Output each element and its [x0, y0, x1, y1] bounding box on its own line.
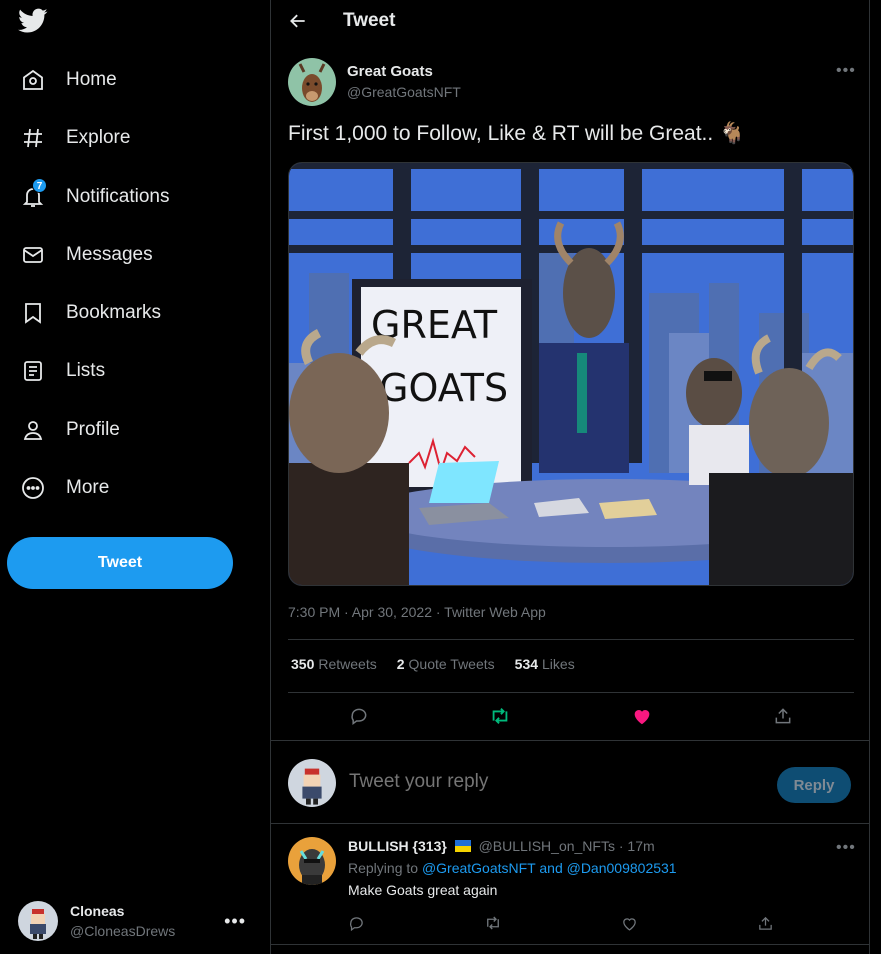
retweets-count: 350 [291, 656, 315, 672]
reply-handle-time[interactable]: @BULLISH_on_NFTs · 17m [479, 838, 655, 854]
home-icon [20, 67, 46, 93]
retweets-stat[interactable]: 350 Retweets [291, 656, 377, 672]
author-handle[interactable]: @GreatGoatsNFT [347, 82, 461, 102]
bookmark-icon [20, 300, 46, 326]
hashtag-icon [20, 125, 46, 151]
reply-author-name[interactable]: BULLISH {313} [348, 838, 447, 854]
twitter-bird-icon[interactable] [18, 8, 48, 34]
reply-icon[interactable] [341, 913, 371, 933]
avatar[interactable] [288, 837, 336, 885]
page-title: Tweet [343, 10, 396, 31]
sign-text-goats: GOATS [379, 366, 508, 410]
envelope-icon [20, 242, 46, 268]
likes-count: 534 [514, 656, 539, 672]
reply-actions [341, 913, 781, 933]
reply-composer: Reply [271, 740, 869, 824]
likes-label: Likes [542, 656, 575, 672]
replying-to-link[interactable]: @GreatGoatsNFT and @Dan009802531 [422, 860, 677, 876]
bell-icon: 7 [20, 178, 47, 210]
sidebar-item-explore[interactable]: Explore [8, 116, 142, 160]
retweet-icon[interactable] [478, 913, 508, 933]
tweet-button[interactable]: Tweet [7, 537, 233, 589]
sidebar-item-label: Messages [66, 244, 153, 265]
sidebar-item-label: Profile [66, 419, 120, 440]
tweet-actions [288, 700, 854, 732]
sidebar-item-messages[interactable]: Messages [8, 233, 165, 277]
sidebar-item-label: Notifications [66, 186, 170, 207]
more-dots-icon[interactable]: ••• [836, 839, 856, 857]
tweet-text: First 1,000 to Follow, Like & RT will be… [288, 122, 746, 145]
sidebar: Home Explore 7 Notifications Messages Bo… [0, 0, 270, 954]
sidebar-item-bookmarks[interactable]: Bookmarks [8, 291, 173, 335]
replying-prefix: Replying to [348, 860, 419, 876]
retweets-label: Retweets [318, 656, 377, 672]
sidebar-item-label: Home [66, 69, 117, 90]
sidebar-item-more[interactable]: More [8, 466, 121, 510]
more-circle-icon [20, 475, 46, 501]
quotes-count: 2 [396, 656, 405, 672]
more-dots-icon[interactable]: ••• [836, 62, 856, 80]
sidebar-item-home[interactable]: Home [8, 58, 129, 102]
reply-tweet[interactable]: BULLISH {313} @BULLISH_on_NFTs · 17m •••… [271, 825, 869, 945]
tweet-timestamp[interactable]: 7:30 PM · Apr 30, 2022 · Twitter Web App [288, 604, 546, 620]
share-icon[interactable] [751, 913, 781, 933]
avatar[interactable] [288, 58, 336, 106]
retweet-icon[interactable] [483, 699, 517, 733]
person-icon [20, 417, 46, 443]
tweet-stats: 350 Retweets 2 Quote Tweets 534 Likes [291, 656, 575, 672]
replying-to: Replying to @GreatGoatsNFT and @Dan00980… [348, 860, 677, 876]
like-icon[interactable] [614, 913, 644, 933]
reply-icon[interactable] [342, 699, 376, 733]
tweet-image[interactable]: GREAT GOATS [288, 162, 854, 586]
reply-text: Make Goats great again [348, 882, 498, 898]
back-arrow-icon[interactable] [287, 10, 309, 32]
account-handle: @CloneasDrews [70, 923, 176, 939]
sidebar-item-label: Explore [66, 127, 131, 148]
sidebar-item-label: Bookmarks [66, 302, 162, 323]
tweet-detail-column: Tweet Great Goats @GreatGoatsNFT ••• Fir… [270, 0, 870, 954]
share-icon[interactable] [766, 699, 800, 733]
sidebar-item-lists[interactable]: Lists [8, 349, 117, 393]
list-icon [20, 358, 46, 384]
likes-stat[interactable]: 534 Likes [515, 656, 575, 672]
account-switcher[interactable]: Cloneas @CloneasDrews ••• [10, 893, 262, 949]
quotes-label: Quote Tweets [408, 656, 495, 672]
like-icon[interactable] [625, 699, 659, 733]
avatar [18, 901, 58, 941]
more-dots-icon[interactable]: ••• [224, 911, 246, 932]
app-root: Home Explore 7 Notifications Messages Bo… [0, 0, 881, 954]
sidebar-item-label: Lists [66, 360, 106, 381]
avatar[interactable] [288, 759, 336, 807]
divider [288, 639, 854, 640]
account-name: Cloneas [70, 903, 125, 919]
quotes-stat[interactable]: 2 Quote Tweets [397, 656, 495, 672]
sidebar-item-notifications[interactable]: 7 Notifications [8, 175, 182, 219]
reply-header: BULLISH {313} @BULLISH_on_NFTs · 17m [348, 838, 655, 854]
notification-badge: 7 [32, 178, 47, 193]
reply-input[interactable] [349, 771, 749, 793]
tweet-author[interactable]: Great Goats @GreatGoatsNFT [288, 58, 461, 106]
header: Tweet [271, 0, 869, 42]
sidebar-item-profile[interactable]: Profile [8, 408, 132, 452]
ukraine-flag-icon [454, 839, 471, 852]
divider [288, 692, 854, 693]
author-name[interactable]: Great Goats [347, 62, 461, 82]
reply-button[interactable]: Reply [777, 767, 851, 803]
sidebar-item-label: More [66, 477, 110, 498]
